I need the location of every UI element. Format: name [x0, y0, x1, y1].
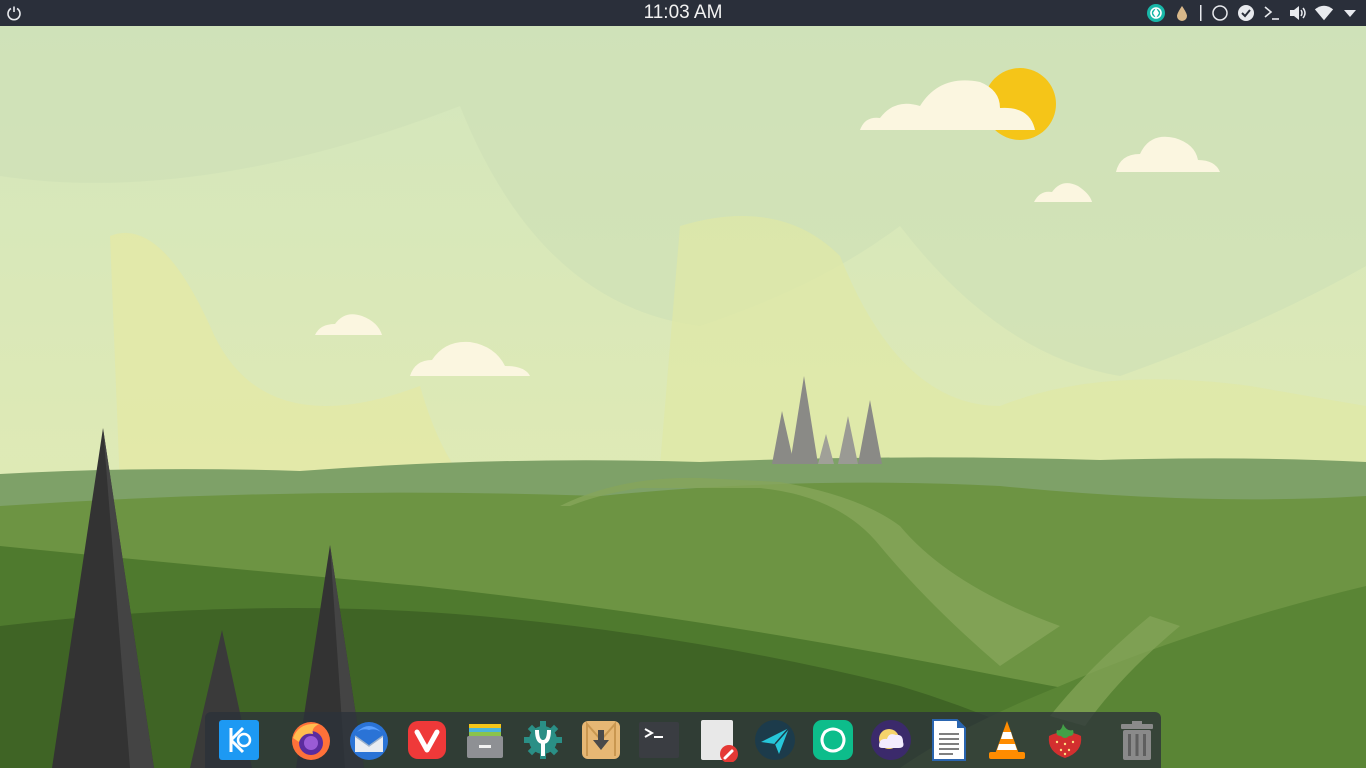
vpn-icon[interactable]	[1146, 3, 1166, 23]
weather-icon	[871, 720, 911, 760]
text-editor-button[interactable]	[695, 718, 739, 762]
terminal-button[interactable]	[637, 718, 681, 762]
download-manager-button[interactable]	[579, 718, 623, 762]
desktop-wallpaper	[0, 26, 1366, 768]
trash-icon	[1121, 721, 1153, 760]
file-manager-button[interactable]	[463, 718, 507, 762]
vlc-button[interactable]	[985, 718, 1029, 762]
check-icon[interactable]	[1236, 3, 1256, 23]
wifi-icon[interactable]	[1314, 3, 1334, 23]
strawberry-button[interactable]	[1043, 718, 1087, 762]
vivaldi-button[interactable]	[405, 718, 449, 762]
system-tray	[1146, 0, 1360, 26]
clock-time[interactable]: 11:03 AM	[644, 2, 723, 23]
droplet-icon[interactable]	[1172, 3, 1192, 23]
vivaldi-icon	[408, 721, 446, 759]
kde-launcher-button[interactable]	[217, 718, 261, 762]
kde-icon	[219, 720, 259, 760]
telegram-icon	[755, 720, 795, 760]
dropdown-arrow-icon[interactable]	[1340, 3, 1360, 23]
libreoffice-writer-button[interactable]	[927, 718, 971, 762]
element-button[interactable]	[811, 718, 855, 762]
download-icon	[582, 721, 620, 759]
settings-gear-icon	[524, 721, 562, 759]
separator-icon	[1198, 3, 1204, 23]
dock	[205, 712, 1161, 768]
system-settings-button[interactable]	[521, 718, 565, 762]
trash-button[interactable]	[1115, 718, 1159, 762]
element-icon	[813, 720, 853, 760]
writer-icon	[932, 719, 966, 761]
vlc-icon	[989, 721, 1025, 759]
terminal-app-icon	[639, 722, 679, 758]
top-panel: 11:03 AM	[0, 0, 1366, 26]
volume-icon[interactable]	[1288, 3, 1308, 23]
firefox-button[interactable]	[289, 718, 333, 762]
file-cabinet-icon	[467, 724, 503, 758]
terminal-icon[interactable]	[1262, 3, 1282, 23]
strawberry-icon	[1048, 724, 1082, 758]
telegram-button[interactable]	[753, 718, 797, 762]
weather-button[interactable]	[869, 718, 913, 762]
firefox-icon	[292, 722, 330, 760]
thunderbird-icon	[350, 722, 388, 760]
circle-icon[interactable]	[1210, 3, 1230, 23]
text-editor-icon	[701, 720, 738, 762]
thunderbird-button[interactable]	[347, 718, 391, 762]
